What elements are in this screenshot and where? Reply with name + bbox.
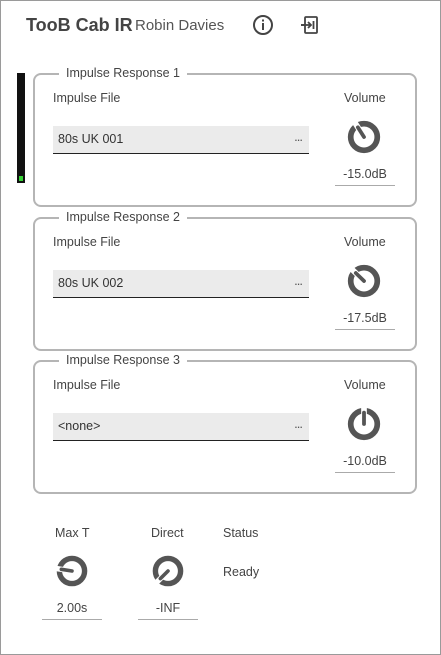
status-label: Status — [223, 526, 259, 540]
impulse-file-selector[interactable]: <none> ... — [53, 413, 309, 441]
impulse-file-selector[interactable]: 80s UK 002 ... — [53, 270, 309, 298]
impulse-file-value: 80s UK 002 — [58, 276, 124, 290]
volume-knob[interactable] — [345, 262, 383, 300]
volume-label: Volume — [344, 91, 386, 105]
group-legend: Impulse Response 2 — [59, 210, 187, 224]
volume-value[interactable]: -10.0dB — [335, 452, 395, 473]
vu-meter — [17, 73, 25, 183]
impulse-file-value: <none> — [58, 419, 101, 433]
plugin-author: Robin Davies — [135, 17, 225, 34]
impulse-file-label: Impulse File — [53, 378, 121, 392]
max-t-value[interactable]: 2.00s — [42, 599, 102, 620]
volume-knob[interactable] — [345, 118, 383, 156]
volume-value[interactable]: -15.0dB — [335, 165, 395, 186]
info-icon[interactable] — [251, 13, 275, 37]
impulse-file-label: Impulse File — [53, 91, 121, 105]
plugin-frame: TooB Cab IR Robin Davies Impulse Respons… — [0, 0, 441, 655]
vu-meter-level — [19, 176, 23, 181]
more-options-icon[interactable]: ... — [294, 273, 303, 288]
direct-value[interactable]: -INF — [138, 599, 198, 620]
volume-label: Volume — [344, 378, 386, 392]
volume-label: Volume — [344, 235, 386, 249]
group-legend: Impulse Response 1 — [59, 66, 187, 80]
plugin-title: TooB Cab IR — [26, 15, 133, 35]
impulse-response-1-group: Impulse Response 1 Impulse File Volume 8… — [33, 66, 417, 207]
max-t-knob[interactable] — [54, 553, 90, 589]
max-t-label: Max T — [55, 526, 90, 540]
impulse-response-2-group: Impulse Response 2 Impulse File Volume 8… — [33, 210, 417, 351]
impulse-response-3-group: Impulse Response 3 Impulse File Volume <… — [33, 353, 417, 494]
direct-knob[interactable] — [150, 553, 186, 589]
volume-value[interactable]: -17.5dB — [335, 309, 395, 330]
impulse-file-value: 80s UK 001 — [58, 132, 124, 146]
knob-pointer — [59, 567, 74, 573]
direct-label: Direct — [151, 526, 184, 540]
status-value: Ready — [223, 565, 260, 579]
volume-knob[interactable] — [345, 405, 383, 443]
impulse-file-selector[interactable]: 80s UK 001 ... — [53, 126, 309, 154]
impulse-file-label: Impulse File — [53, 235, 121, 249]
panel-export-icon[interactable] — [298, 13, 322, 37]
group-legend: Impulse Response 3 — [59, 353, 187, 367]
more-options-icon[interactable]: ... — [294, 129, 303, 144]
knob-pointer — [355, 125, 366, 139]
more-options-icon[interactable]: ... — [294, 416, 303, 431]
